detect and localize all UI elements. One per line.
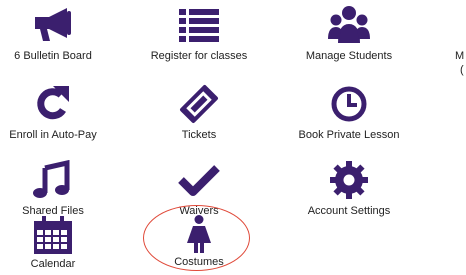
megaphone-icon (31, 5, 75, 45)
users-icon (327, 5, 371, 45)
tile-tickets[interactable]: Tickets (144, 84, 254, 144)
music-note-icon (31, 160, 75, 200)
list-icon (177, 5, 221, 45)
tile-calendar[interactable]: Calendar (0, 215, 108, 275)
tile-label: M (455, 50, 465, 62)
tile-enroll-auto-pay[interactable]: Enroll in Auto-Pay (0, 84, 108, 144)
tile-manage-students[interactable]: Manage Students (294, 5, 404, 65)
tile-label: Register for classes (150, 50, 248, 62)
clock-icon (327, 84, 371, 124)
tile-label: Account Settings (307, 205, 391, 217)
tile-sublabel: ( (460, 64, 464, 76)
checkmark-icon (177, 160, 221, 200)
highlight-circle (143, 205, 250, 271)
tile-bulletin-board[interactable]: 6 Bulletin Board (0, 5, 108, 65)
tile-book-private-lesson[interactable]: Book Private Lesson (294, 84, 404, 144)
tile-partially-visible[interactable]: M ( (455, 49, 466, 79)
ticket-icon (177, 84, 221, 124)
tile-label: Manage Students (305, 50, 393, 62)
tile-label: Book Private Lesson (298, 129, 400, 141)
calendar-icon (31, 215, 75, 255)
refresh-icon (31, 84, 75, 124)
tile-label: Tickets (181, 129, 217, 141)
gear-icon (327, 160, 371, 200)
tile-account-settings[interactable]: Account Settings (294, 160, 404, 220)
tile-shared-files[interactable]: Shared Files (0, 160, 108, 220)
tile-register-for-classes[interactable]: Register for classes (144, 5, 254, 65)
